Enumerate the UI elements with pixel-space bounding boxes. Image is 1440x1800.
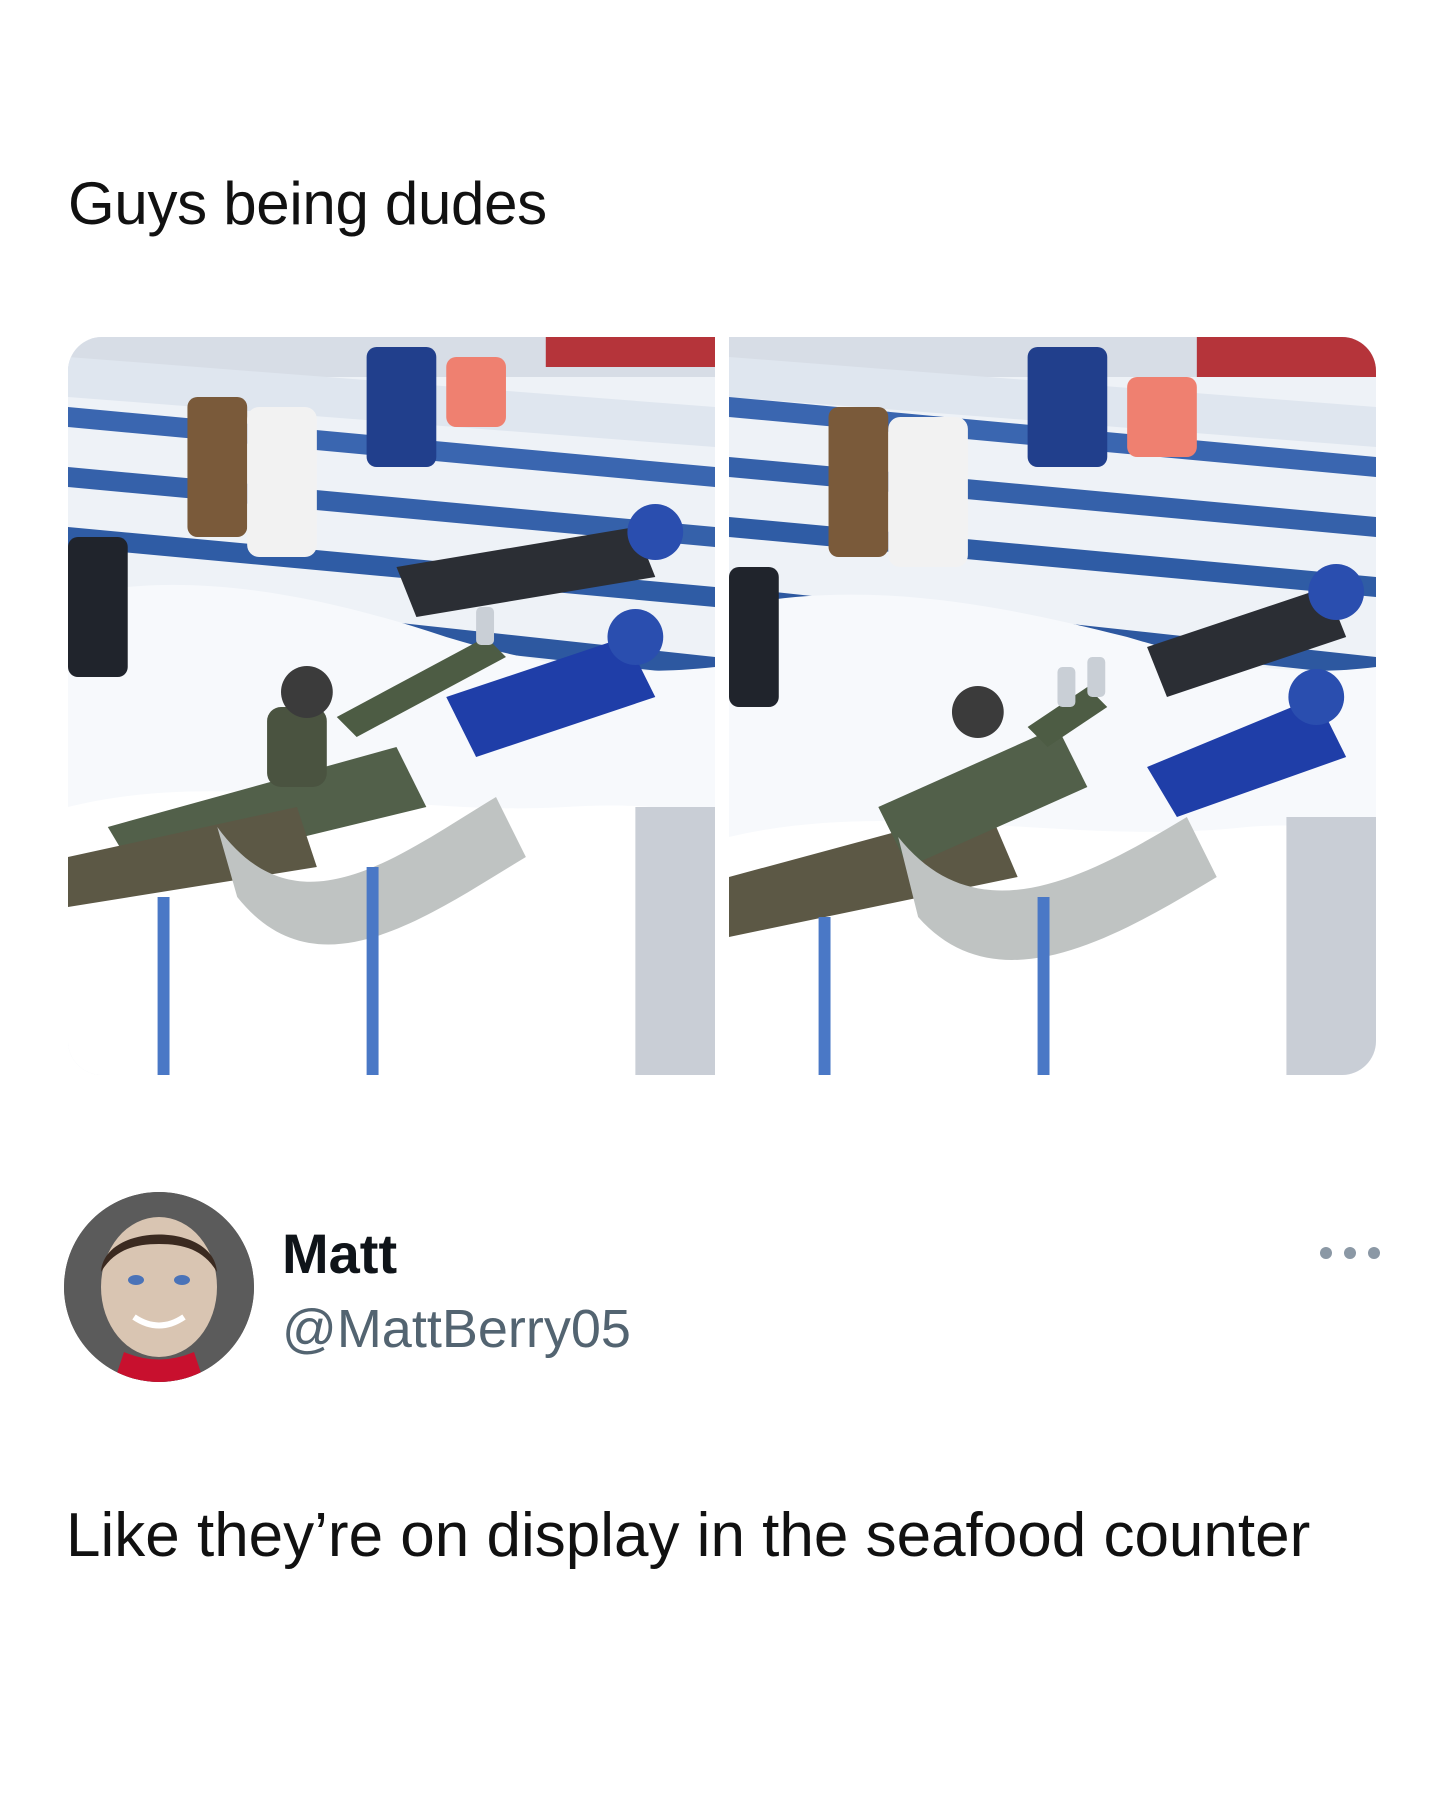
author-display-name[interactable]: Matt [282, 1222, 397, 1286]
more-options-icon[interactable] [1320, 1238, 1380, 1268]
more-dot [1344, 1247, 1356, 1259]
media-photo-1[interactable] [68, 337, 715, 1075]
avatar[interactable] [64, 1192, 254, 1382]
tweet-author: Matt @MattBerry05 [64, 1192, 1380, 1382]
quoted-post-text: Guys being dudes [68, 170, 547, 237]
tweet-text: Like they’re on display in the seafood c… [66, 1501, 1311, 1570]
snowy-stadium-photo [68, 337, 715, 1075]
media-grid[interactable] [68, 337, 1376, 1075]
snowy-stadium-photo [729, 337, 1376, 1075]
bobblehead-avatar-icon [64, 1192, 254, 1382]
media-photo-2[interactable] [729, 337, 1376, 1075]
more-dot [1320, 1247, 1332, 1259]
more-dot [1368, 1247, 1380, 1259]
author-handle[interactable]: @MattBerry05 [282, 1298, 631, 1360]
